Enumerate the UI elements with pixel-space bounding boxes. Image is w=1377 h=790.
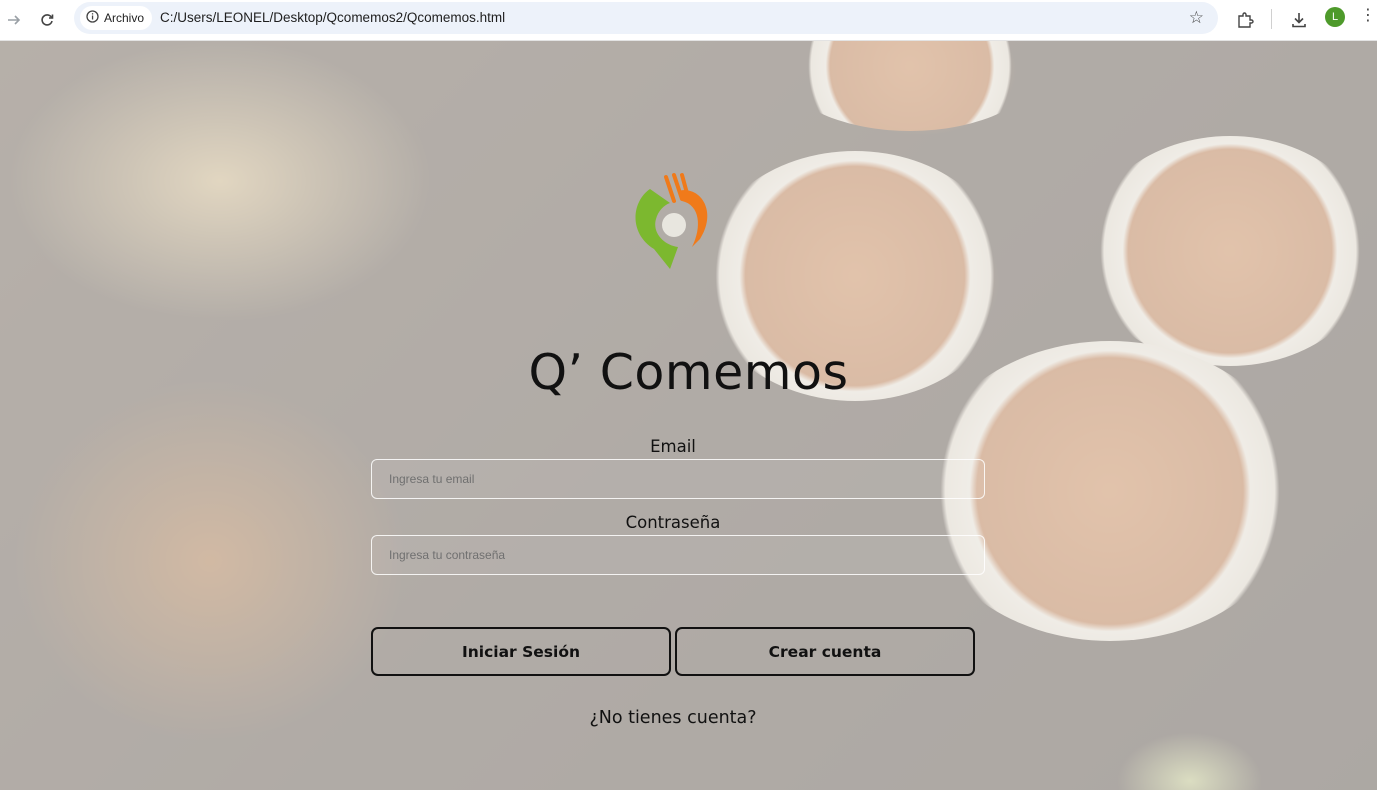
download-icon[interactable] bbox=[1286, 7, 1312, 33]
site-chip-label: Archivo bbox=[104, 11, 145, 25]
password-label: Contraseña bbox=[625, 513, 721, 532]
profile-avatar[interactable]: L bbox=[1325, 7, 1345, 27]
password-field[interactable] bbox=[371, 535, 985, 575]
browser-menu-icon[interactable]: ⋮ bbox=[1360, 8, 1376, 24]
toolbar-divider bbox=[1271, 9, 1272, 29]
address-bar[interactable]: Archivo C:/Users/LEONEL/Desktop/Qcomemos… bbox=[74, 2, 1218, 34]
fork-pin-logo bbox=[635, 173, 708, 269]
create-account-button[interactable]: Crear cuenta bbox=[675, 627, 975, 676]
background-overlay bbox=[0, 41, 1377, 790]
browser-toolbar: Archivo C:/Users/LEONEL/Desktop/Qcomemos… bbox=[0, 0, 1377, 41]
no-account-text: ¿No tienes cuenta? bbox=[589, 708, 757, 728]
reload-icon[interactable] bbox=[33, 6, 61, 34]
info-icon bbox=[86, 10, 99, 26]
email-label: Email bbox=[650, 437, 696, 456]
email-field[interactable] bbox=[371, 459, 985, 499]
forward-icon[interactable] bbox=[0, 6, 28, 34]
login-button[interactable]: Iniciar Sesión bbox=[371, 627, 671, 676]
url-text[interactable]: C:/Users/LEONEL/Desktop/Qcomemos2/Qcomem… bbox=[160, 10, 505, 25]
app-title: Q’ Comemos bbox=[528, 344, 849, 401]
site-info-chip[interactable]: Archivo bbox=[80, 6, 153, 30]
bookmark-star-icon[interactable]: ☆ bbox=[1189, 8, 1204, 28]
extensions-icon[interactable] bbox=[1232, 7, 1258, 33]
login-page: Q’ Comemos Email Contraseña Iniciar Sesi… bbox=[0, 41, 1377, 790]
